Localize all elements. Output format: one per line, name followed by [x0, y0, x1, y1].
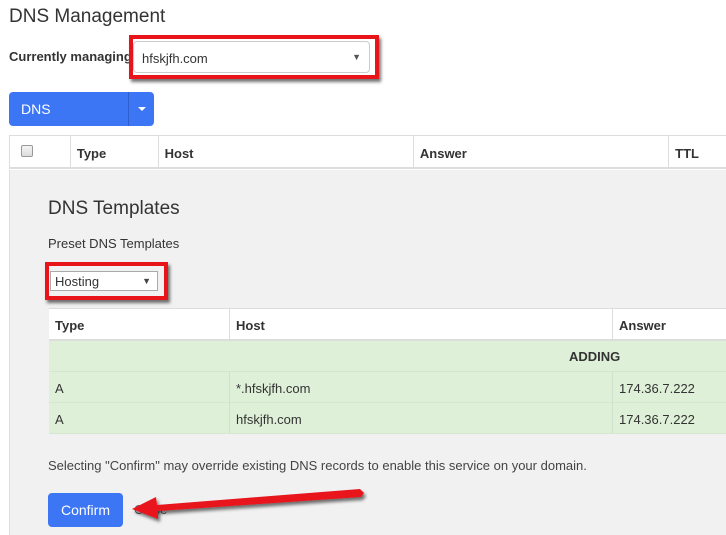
record-type: A	[49, 372, 230, 402]
template-select[interactable]: Hosting ▼	[50, 271, 158, 291]
column-answer: Answer	[613, 309, 726, 339]
record-answer: 174.36.7.222	[613, 403, 726, 433]
dns-templates-button[interactable]: DNS Templates	[9, 92, 129, 151]
template-table-header: Type Host Answer	[49, 308, 726, 341]
domain-select-value: hfskjfh.com	[142, 51, 208, 66]
column-answer[interactable]: Answer	[414, 136, 670, 167]
confirm-button[interactable]: Confirm	[48, 493, 123, 527]
dns-templates-dropdown-toggle[interactable]	[129, 92, 154, 126]
currently-managing-label: Currently managing:	[9, 49, 137, 64]
record-host: hfskjfh.com	[230, 403, 613, 433]
template-records-table: Type Host Answer ADDING A *.hfskjfh.com …	[49, 308, 726, 434]
caret-down-icon: ▼	[142, 276, 151, 286]
record-answer: 174.36.7.222	[613, 372, 726, 402]
column-host[interactable]: Host	[159, 136, 414, 167]
template-select-value: Hosting	[55, 274, 100, 289]
caret-down-icon: ▼	[352, 52, 361, 62]
column-host: Host	[230, 309, 613, 339]
table-row: A *.hfskjfh.com 174.36.7.222	[49, 372, 726, 403]
page-title: DNS Management	[9, 6, 166, 27]
select-all-checkbox[interactable]	[21, 145, 33, 157]
adding-section-row: ADDING	[49, 341, 726, 372]
column-type: Type	[49, 309, 230, 339]
preset-templates-label: Preset DNS Templates	[48, 236, 180, 251]
close-link[interactable]: Close	[134, 502, 167, 517]
select-all-cell	[10, 136, 71, 167]
record-host: *.hfskjfh.com	[230, 372, 613, 402]
record-type: A	[49, 403, 230, 433]
adding-label: ADDING	[569, 349, 621, 364]
column-ttl[interactable]: TTL	[669, 136, 726, 167]
table-row: A hfskjfh.com 174.36.7.222	[49, 403, 726, 434]
dns-records-table-header: Type Host Answer TTL	[9, 135, 726, 169]
templates-panel-title: DNS Templates	[48, 198, 180, 219]
domain-select[interactable]: hfskjfh.com ▼	[133, 41, 370, 73]
override-warning: Selecting "Confirm" may override existin…	[48, 458, 587, 473]
dns-records-table: Type Host Answer TTL	[9, 135, 726, 169]
column-type[interactable]: Type	[71, 136, 159, 167]
dns-templates-button-group: DNS Templates	[9, 92, 154, 151]
dns-templates-panel: DNS Templates Preset DNS Templates Hosti…	[9, 170, 726, 535]
